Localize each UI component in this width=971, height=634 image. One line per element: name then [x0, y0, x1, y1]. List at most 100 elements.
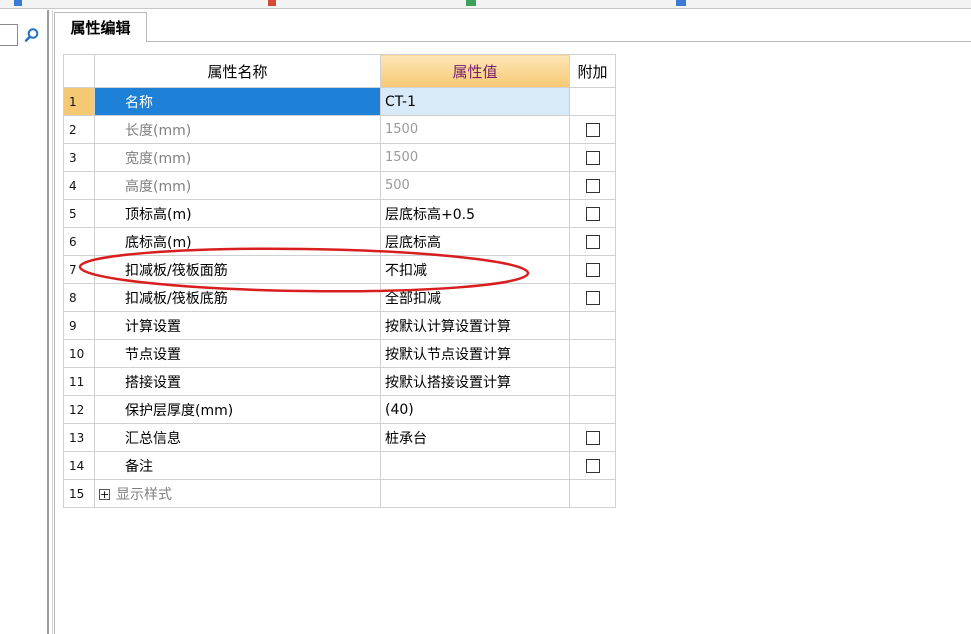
extra-checkbox[interactable] [585, 150, 600, 165]
splitter[interactable] [47, 10, 49, 634]
property-name[interactable]: 高度(mm) [94, 171, 381, 200]
property-name[interactable]: 保护层厚度(mm) [94, 395, 381, 424]
row-number[interactable]: 13 [63, 423, 95, 452]
header-corner[interactable] [63, 54, 95, 88]
extra-checkbox[interactable] [585, 122, 600, 137]
extra-checkbox[interactable] [585, 178, 600, 193]
search-button[interactable] [20, 24, 44, 46]
extra-cell [569, 87, 616, 116]
property-value[interactable]: CT-1 [380, 87, 570, 116]
extra-checkbox[interactable] [585, 262, 600, 277]
header-property-value[interactable]: 属性值 [380, 54, 570, 88]
table-row[interactable]: 9 计算设置 按默认计算设置计算 [63, 311, 616, 340]
extra-cell [569, 367, 616, 396]
row-number[interactable]: 11 [63, 367, 95, 396]
extra-cell [569, 171, 616, 200]
table-row[interactable]: 10 节点设置 按默认节点设置计算 [63, 339, 616, 368]
property-value[interactable]: 按默认节点设置计算 [380, 339, 570, 368]
property-value[interactable]: 不扣减 [380, 255, 570, 284]
property-value[interactable]: 桩承台 [380, 423, 570, 452]
extra-cell [569, 423, 616, 452]
property-value[interactable]: (40) [380, 395, 570, 424]
row-number[interactable]: 8 [63, 283, 95, 312]
property-value[interactable]: 按默认搭接设置计算 [380, 367, 570, 396]
property-value[interactable]: 500 [380, 171, 570, 200]
table-row[interactable]: 1 名称 CT-1 [63, 87, 616, 116]
row-number[interactable]: 14 [63, 451, 95, 480]
property-value[interactable]: 全部扣减 [380, 283, 570, 312]
table-row[interactable]: 11 搭接设置 按默认搭接设置计算 [63, 367, 616, 396]
table-row[interactable]: 13 汇总信息 桩承台 [63, 423, 616, 452]
extra-checkbox[interactable] [585, 234, 600, 249]
extra-cell [569, 395, 616, 424]
table-row[interactable]: 14 备注 [63, 451, 616, 480]
property-value[interactable]: 层底标高+0.5 [380, 199, 570, 228]
extra-cell [569, 479, 616, 508]
table-row[interactable]: 15 + 显示样式 [63, 479, 616, 508]
property-name[interactable]: 计算设置 [94, 311, 381, 340]
table-row[interactable]: 4 高度(mm) 500 [63, 171, 616, 200]
extra-checkbox[interactable] [585, 290, 600, 305]
header-extra[interactable]: 附加 [569, 54, 616, 88]
table-row[interactable]: 5 顶标高(m) 层底标高+0.5 [63, 199, 616, 228]
property-name[interactable]: 节点设置 [94, 339, 381, 368]
extra-checkbox[interactable] [585, 458, 600, 473]
row-number[interactable]: 3 [63, 143, 95, 172]
property-name-cell[interactable]: + 显示样式 [94, 479, 381, 508]
table-row[interactable]: 12 保护层厚度(mm) (40) [63, 395, 616, 424]
property-value[interactable]: 层底标高 [380, 227, 570, 256]
property-name[interactable]: 宽度(mm) [94, 143, 381, 172]
toolbar-strip [0, 0, 971, 9]
tab-property-edit[interactable]: 属性编辑 [54, 12, 147, 42]
row-number[interactable]: 9 [63, 311, 95, 340]
toolbar-icon[interactable] [268, 0, 276, 6]
toolbar-icon[interactable] [466, 0, 476, 6]
table-row[interactable]: 6 底标高(m) 层底标高 [63, 227, 616, 256]
extra-cell [569, 311, 616, 340]
header-property-name[interactable]: 属性名称 [94, 54, 381, 88]
property-name[interactable]: 顶标高(m) [94, 199, 381, 228]
row-number[interactable]: 7 [63, 255, 95, 284]
row-number[interactable]: 5 [63, 199, 95, 228]
extra-checkbox[interactable] [585, 430, 600, 445]
row-number[interactable]: 15 [63, 479, 95, 508]
toolbar-icon[interactable] [676, 0, 686, 6]
property-value[interactable]: 1500 [380, 115, 570, 144]
property-name[interactable]: 扣减板/筏板底筋 [94, 283, 381, 312]
table-row[interactable]: 8 扣减板/筏板底筋 全部扣减 [63, 283, 616, 312]
property-name[interactable]: 搭接设置 [94, 367, 381, 396]
property-name[interactable]: 备注 [94, 451, 381, 480]
property-name[interactable]: 扣减板/筏板面筋 [94, 255, 381, 284]
extra-cell [569, 115, 616, 144]
extra-cell [569, 451, 616, 480]
header-row: 属性名称 属性值 附加 [63, 54, 616, 88]
row-number[interactable]: 10 [63, 339, 95, 368]
property-name[interactable]: 长度(mm) [94, 115, 381, 144]
divider [52, 10, 53, 634]
row-number[interactable]: 6 [63, 227, 95, 256]
property-name[interactable]: 汇总信息 [94, 423, 381, 452]
row-number[interactable]: 12 [63, 395, 95, 424]
expand-icon[interactable]: + [99, 489, 110, 500]
property-name[interactable]: 名称 [94, 87, 381, 116]
table-row[interactable]: 3 宽度(mm) 1500 [63, 143, 616, 172]
table-row[interactable]: 7 扣减板/筏板面筋 不扣减 [63, 255, 616, 284]
extra-cell [569, 199, 616, 228]
row-number[interactable]: 4 [63, 171, 95, 200]
toolbar-icon[interactable] [14, 0, 22, 6]
table-row[interactable]: 2 长度(mm) 1500 [63, 115, 616, 144]
extra-checkbox[interactable] [585, 206, 600, 221]
property-name: 显示样式 [116, 486, 172, 503]
row-number[interactable]: 1 [63, 87, 95, 116]
property-value[interactable]: 按默认计算设置计算 [380, 311, 570, 340]
property-value[interactable] [380, 451, 570, 480]
search-input[interactable] [0, 24, 18, 46]
property-value[interactable]: 1500 [380, 143, 570, 172]
extra-cell [569, 143, 616, 172]
search-icon [24, 28, 39, 42]
property-name[interactable]: 底标高(m) [94, 227, 381, 256]
property-grid: 属性名称 属性值 附加 1 名称 CT-1 2 长度(mm) 1500 3 宽度(mm) 150… [63, 54, 616, 508]
property-value[interactable] [380, 479, 570, 508]
tab-label: 属性编辑 [70, 19, 131, 37]
row-number[interactable]: 2 [63, 115, 95, 144]
